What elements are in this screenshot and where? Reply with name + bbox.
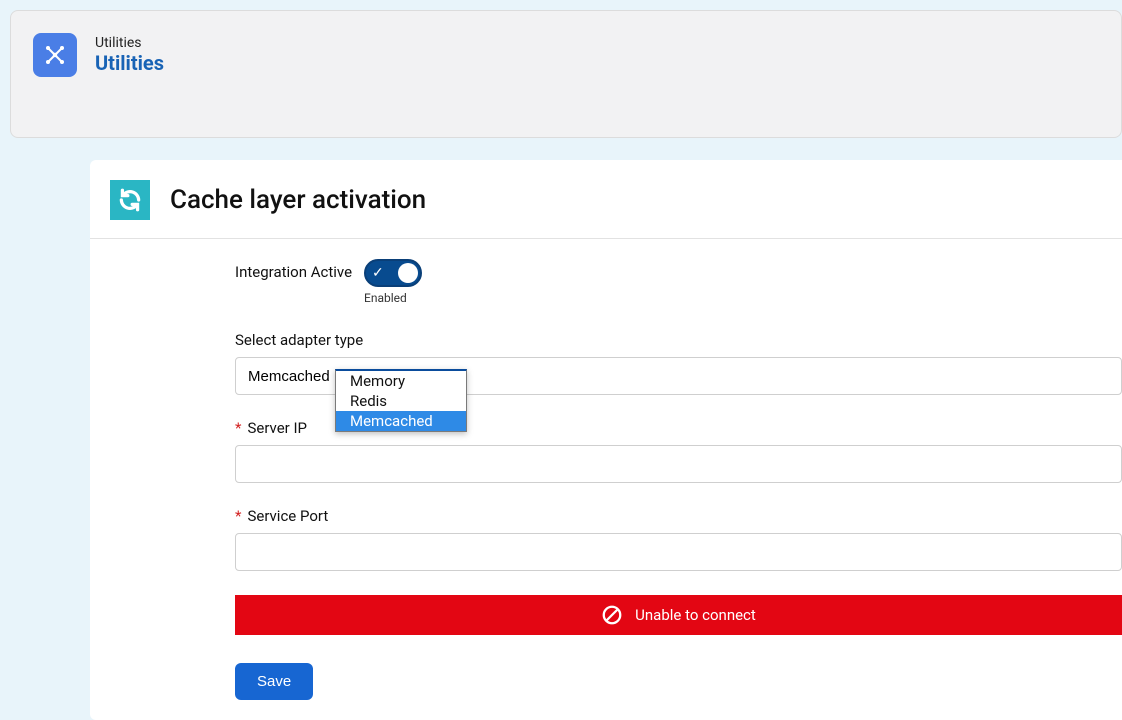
service-port-label: * Service Port xyxy=(235,507,1122,525)
adapter-option-memcached[interactable]: Memcached xyxy=(336,411,466,431)
adapter-option-memory[interactable]: Memory xyxy=(336,371,466,391)
connection-error-text: Unable to connect xyxy=(635,606,756,624)
page-title: Cache layer activation xyxy=(170,185,426,215)
required-marker: * xyxy=(235,507,241,525)
breadcrumb-section: Utilities xyxy=(95,35,164,51)
service-port-input[interactable] xyxy=(235,533,1122,571)
server-ip-label-text: Server IP xyxy=(247,419,307,437)
settings-card: Cache layer activation Integration Activ… xyxy=(90,160,1122,720)
save-button[interactable]: Save xyxy=(235,663,313,700)
refresh-icon xyxy=(110,180,150,220)
check-icon: ✓ xyxy=(372,264,384,282)
integration-active-label: Integration Active xyxy=(235,259,352,285)
toggle-knob xyxy=(398,263,418,283)
adapter-option-redis[interactable]: Redis xyxy=(336,391,466,411)
prohibited-icon xyxy=(601,604,623,626)
integration-active-state: Enabled xyxy=(364,291,407,305)
server-ip-input[interactable] xyxy=(235,445,1122,483)
breadcrumb-page: Utilities xyxy=(95,51,164,75)
adapter-type-dropdown[interactable]: Memory Redis Memcached xyxy=(335,369,467,432)
adapter-type-label: Select adapter type xyxy=(235,331,1122,349)
required-marker: * xyxy=(235,419,241,437)
service-port-label-text: Service Port xyxy=(247,507,328,525)
utilities-icon xyxy=(33,33,77,77)
connection-error-alert: Unable to connect xyxy=(235,595,1122,635)
integration-active-toggle[interactable]: ✓ xyxy=(364,259,422,287)
breadcrumb-bar: Utilities Utilities xyxy=(10,10,1122,138)
